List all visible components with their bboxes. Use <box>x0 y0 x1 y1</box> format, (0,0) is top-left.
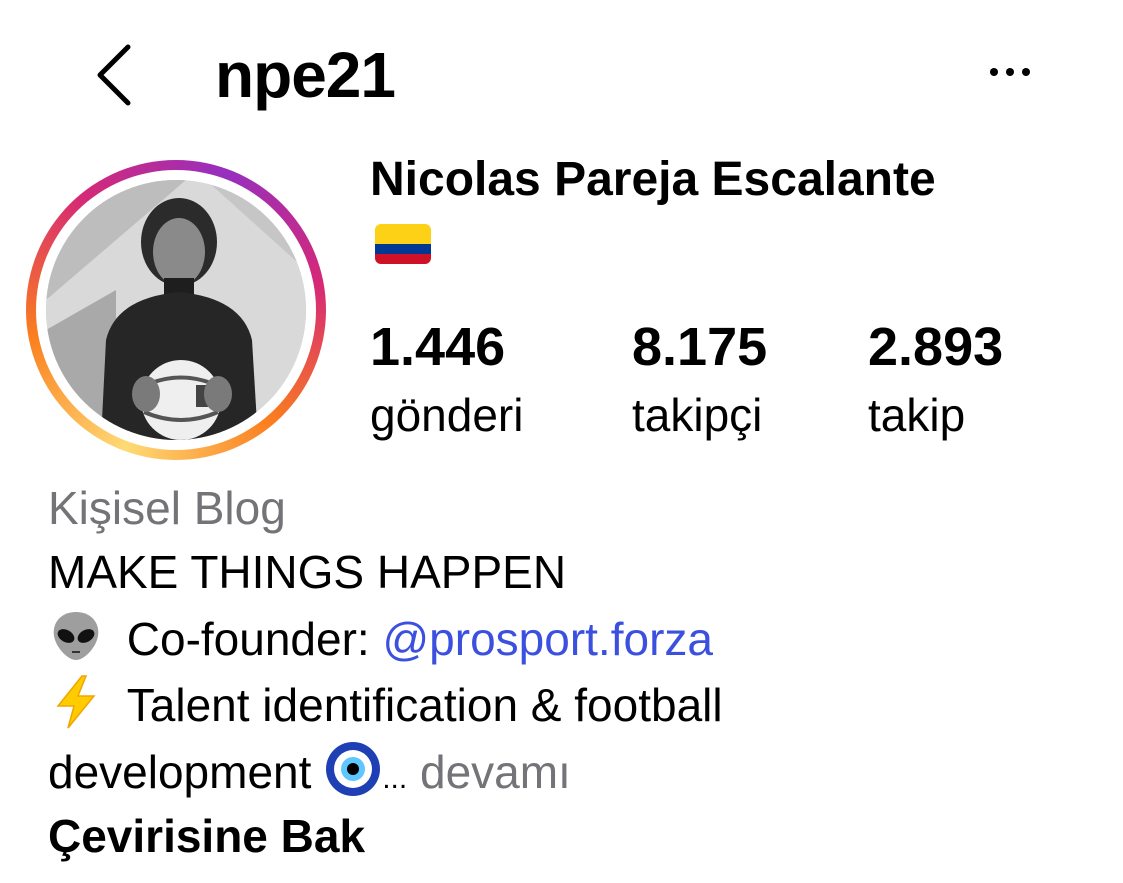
avatar <box>46 180 306 440</box>
ellipsis-dot <box>1006 68 1014 76</box>
evil-eye-icon <box>324 740 382 812</box>
profile-username: npe21 <box>215 39 396 111</box>
bio-cofounder-text: Co-founder: <box>126 613 383 666</box>
bio-mention-link[interactable]: @prosport.forza <box>382 613 713 665</box>
bio-line-2: Co-founder: @prosport.forza <box>48 608 713 678</box>
stat-posts[interactable]: 1.446 gönderi <box>370 315 523 445</box>
stat-following-label: takip <box>868 389 966 441</box>
stat-posts-label: gönderi <box>370 389 524 441</box>
back-button[interactable] <box>86 40 142 110</box>
ellipsis-icon <box>990 68 998 76</box>
bio-line-3: Talent identification & football <box>48 674 723 744</box>
bio-talent-text: Talent identification & football <box>126 679 723 732</box>
stat-followers-label: takipçi <box>632 389 763 441</box>
profile-full-name: Nicolas Pareja Escalante <box>370 153 936 206</box>
stat-followers-count: 8.175 <box>632 317 768 377</box>
avatar-photo <box>46 180 306 440</box>
bio-line-4: development ... devamı <box>48 740 571 812</box>
see-translation-button[interactable]: Çevirisine Bak <box>48 806 365 866</box>
bio-more-link[interactable]: devamı <box>420 746 571 798</box>
stat-following-count: 2.893 <box>868 317 1004 377</box>
bio-ellipsis: ... <box>382 762 408 796</box>
bio-line-1: MAKE THINGS HAPPEN <box>48 546 567 598</box>
avatar-story-ring[interactable] <box>26 160 326 460</box>
stat-following[interactable]: 2.893 takip <box>868 315 1003 445</box>
ellipsis-dot <box>1022 68 1030 76</box>
bio-development-text: development <box>48 746 312 799</box>
more-options-button[interactable] <box>978 50 1042 94</box>
chevron-left-icon <box>97 44 131 106</box>
stat-posts-count: 1.446 <box>370 317 506 377</box>
profile-category: Kişisel Blog <box>48 482 286 534</box>
lightning-icon <box>48 674 104 744</box>
alien-icon <box>48 608 104 678</box>
stat-followers[interactable]: 8.175 takipçi <box>632 315 767 445</box>
colombia-flag-icon <box>375 224 431 264</box>
